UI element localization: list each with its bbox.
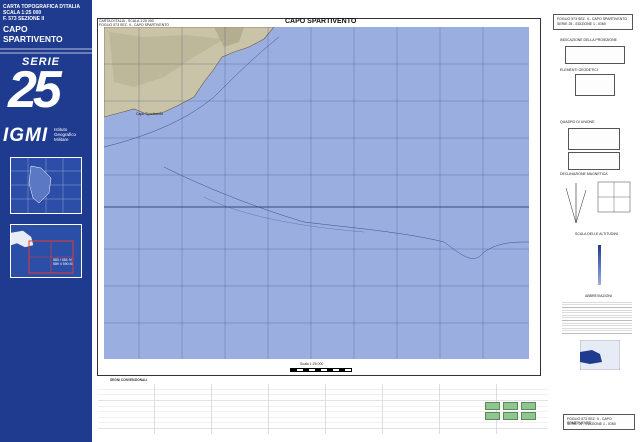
location-index-map bbox=[10, 157, 82, 214]
scale-caption: Scala 1:25 000 bbox=[300, 362, 324, 366]
serie-number: 25 bbox=[8, 61, 62, 119]
section-title: ELEMENTI GEODETICI bbox=[560, 68, 598, 72]
series-header: CARTA TOPOGRAFICA D'ITALIA SCALA 1:25 00… bbox=[3, 4, 89, 22]
header-line: FOGLIO 573 SEZ. II - CAPO SPARTIVENTO bbox=[557, 17, 628, 21]
quadrant-label: 590 III bbox=[62, 262, 73, 266]
quadrant-index-map: 583 I 584 IV 589 II 590 III bbox=[10, 224, 82, 278]
projection-box bbox=[565, 46, 625, 64]
section-title: ABBREVIAZIONI bbox=[585, 294, 612, 298]
topographic-map[interactable]: Capo Spartivento bbox=[104, 27, 529, 359]
geodetic-box bbox=[575, 74, 615, 96]
header-line: SERIE 25 - EDIZIONE 1 - IGMI bbox=[557, 22, 606, 26]
map-header-left: CARTA D'ITALIA - SCALA 1:25 000 FOGLIO 5… bbox=[99, 19, 179, 27]
footer-line: SERIE 25 - EDIZIONE 1 - IGMI bbox=[567, 422, 616, 426]
land-cover-swatch bbox=[521, 402, 536, 410]
institute-line: Militare bbox=[54, 137, 69, 142]
footer-box: FOGLIO 573 SEZ. II - CAPO SPARTIVENTO SE… bbox=[563, 414, 635, 430]
quadrant-svg bbox=[10, 230, 74, 274]
abbreviations-table bbox=[562, 300, 632, 336]
declination-diagram bbox=[565, 181, 631, 224]
conventional-signs-legend bbox=[98, 384, 548, 434]
section-title: QUADRO DI UNIONE bbox=[560, 120, 595, 124]
coast-label: Capo Spartivento bbox=[136, 112, 163, 116]
sheet-id-box: FOGLIO 573 SEZ. II - CAPO SPARTIVENTO SE… bbox=[553, 14, 633, 30]
index-map-svg bbox=[11, 158, 81, 213]
legend-title: SEGNI CONVENZIONALI bbox=[110, 378, 148, 382]
union-box bbox=[568, 128, 620, 150]
header-line: F. 573 SEZIONE II bbox=[3, 16, 45, 22]
union-box bbox=[568, 152, 620, 170]
map-title: CAPO SPARTIVENTO bbox=[285, 18, 357, 25]
section-title: INDICAZIONE DELLA PROIEZIONE bbox=[560, 38, 617, 42]
section-title: DECLINAZIONE MAGNETICA bbox=[560, 172, 608, 176]
scale-bar bbox=[290, 368, 352, 372]
land-cover-swatch bbox=[485, 402, 500, 410]
quadrant-labels: 583 I 584 IV 589 II 590 III bbox=[53, 258, 81, 266]
sheet-title: CAPO SPARTIVENTO bbox=[3, 24, 63, 44]
land-cover-swatch bbox=[503, 412, 518, 420]
land-cover-swatch bbox=[503, 402, 518, 410]
depth-contour bbox=[203, 196, 365, 233]
land-cover-swatch bbox=[521, 412, 536, 420]
altitude-scale bbox=[598, 245, 601, 285]
depth-contour bbox=[163, 166, 529, 259]
divider bbox=[0, 48, 92, 50]
mini-location-map bbox=[580, 340, 620, 370]
divider bbox=[0, 52, 92, 54]
section-title: SCALA DELLE ALTITUDINI bbox=[575, 232, 618, 236]
igmi-logo: IGMI bbox=[3, 125, 49, 146]
quadrant-label: 589 II bbox=[53, 262, 62, 266]
institute-name: Istituto Geografico Militare bbox=[54, 127, 76, 142]
land-cover-swatch bbox=[485, 412, 500, 420]
